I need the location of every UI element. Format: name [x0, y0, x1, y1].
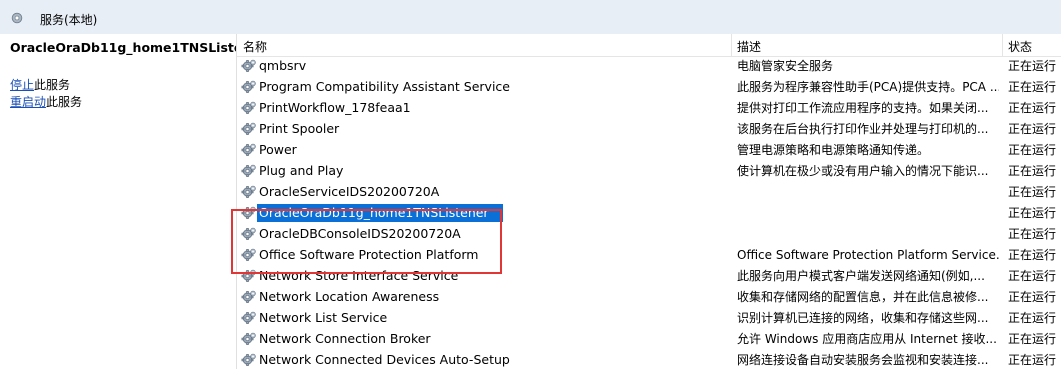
service-status: 正在运行	[1008, 122, 1057, 136]
service-name: Network Connection Broker	[259, 331, 431, 346]
service-name: Office Software Protection Platform	[259, 247, 479, 262]
service-description: 提供对打印工作流应用程序的支持。如果关闭...	[737, 101, 989, 115]
service-status: 正在运行	[1008, 353, 1057, 367]
service-gear-icon	[241, 331, 257, 347]
service-gear-icon	[241, 268, 257, 284]
service-status: 正在运行	[1008, 248, 1057, 262]
service-status: 正在运行	[1008, 290, 1057, 304]
service-status: 正在运行	[1008, 164, 1057, 178]
service-description: 此服务向用户模式客户端发送网络通知(例如,...	[737, 269, 985, 283]
service-row[interactable]: Network Connected Devices Auto-Setup 网络连接…	[237, 350, 1061, 371]
service-row[interactable]: OracleServiceIDS20200720A 正在运行	[237, 182, 1061, 203]
column-separator[interactable]	[1002, 34, 1003, 56]
service-name: qmbsrv	[259, 58, 307, 73]
service-status: 正在运行	[1008, 185, 1057, 199]
service-status: 正在运行	[1008, 143, 1057, 157]
service-name: Network List Service	[259, 310, 388, 325]
service-name: Plug and Play	[259, 163, 344, 178]
service-row[interactable]: OracleDBConsoleIDS20200720A 正在运行	[237, 224, 1061, 245]
header-bar: 服务(本地)	[0, 0, 1061, 35]
service-row[interactable]: Plug and Play 使计算机在极少或没有用户输入的情况下能识... 正在运行	[237, 161, 1061, 182]
service-row[interactable]: OracleOraDb11g_home1TNSListener 正在运行	[237, 203, 1061, 224]
column-header-name[interactable]: 名称	[243, 38, 267, 55]
service-row[interactable]: Network Connection Broker 允许 Windows 应用商店…	[237, 329, 1061, 350]
service-description: 使计算机在极少或没有用户输入的情况下能识...	[737, 164, 989, 178]
service-row[interactable]: Network Location Awareness 收集和存储网络的配置信息，并…	[237, 287, 1061, 308]
service-row[interactable]: PrintWorkflow_178feaa1 提供对打印工作流应用程序的支持。如果…	[237, 98, 1061, 119]
column-header-description[interactable]: 描述	[737, 38, 761, 55]
service-name: OracleServiceIDS20200720A	[259, 184, 440, 199]
service-row[interactable]: Office Software Protection Platform Offic…	[237, 245, 1061, 266]
service-name: PrintWorkflow_178feaa1	[259, 100, 411, 115]
header-title: 服务(本地)	[40, 13, 98, 27]
service-gear-icon	[241, 289, 257, 305]
stop-service-suffix: 此服务	[34, 78, 71, 92]
service-gear-icon	[241, 121, 257, 137]
services-gear-icon	[10, 11, 24, 25]
service-description: 管理电源策略和电源策略通知传递。	[737, 143, 930, 157]
service-description: 网络连接设备自动安装服务会监视和安装连接...	[737, 353, 989, 367]
service-row[interactable]: Network List Service 识别计算机已连接的网络，收集和存储这些网…	[237, 308, 1061, 329]
service-gear-icon	[241, 310, 257, 326]
column-header-status[interactable]: 状态	[1008, 38, 1032, 55]
service-status: 正在运行	[1008, 59, 1057, 73]
service-row[interactable]: Print Spooler 该服务在后台执行打印作业并处理与打印机的... 正在运行	[237, 119, 1061, 140]
stop-service-action: 停止此服务	[10, 76, 70, 93]
service-description: 允许 Windows 应用商店应用从 Internet 接收...	[737, 332, 997, 346]
service-gear-icon	[241, 226, 257, 242]
service-status: 正在运行	[1008, 80, 1057, 94]
service-gear-icon	[241, 205, 257, 221]
service-row[interactable]: qmbsrv 电脑管家安全服务 正在运行	[237, 56, 1061, 77]
service-name: OracleOraDb11g_home1TNSListener	[257, 204, 503, 222]
column-separator[interactable]	[731, 34, 732, 56]
service-name: Print Spooler	[259, 121, 340, 136]
selected-service-title: OracleOraDb11g_home1TNSListener	[10, 40, 266, 55]
restart-service-link[interactable]: 重启动	[10, 95, 46, 109]
service-row[interactable]: Power 管理电源策略和电源策略通知传递。 正在运行	[237, 140, 1061, 161]
service-gear-icon	[241, 247, 257, 263]
service-name: Program Compatibility Assistant Service	[259, 79, 510, 94]
service-description: 此服务为程序兼容性助手(PCA)提供支持。PCA ...	[737, 80, 999, 94]
service-status: 正在运行	[1008, 101, 1057, 115]
service-description: 收集和存储网络的配置信息，并在此信息被修...	[737, 290, 989, 304]
service-gear-icon	[241, 163, 257, 179]
service-name: OracleDBConsoleIDS20200720A	[259, 226, 461, 241]
service-status: 正在运行	[1008, 227, 1057, 241]
service-description: 电脑管家安全服务	[737, 59, 834, 73]
service-description: 识别计算机已连接的网络，收集和存储这些网...	[737, 311, 989, 325]
service-gear-icon	[241, 142, 257, 158]
service-description: Office Software Protection Platform Serv…	[737, 248, 999, 262]
service-status: 正在运行	[1008, 269, 1057, 283]
service-gear-icon	[241, 184, 257, 200]
service-gear-icon	[241, 352, 257, 368]
restart-service-suffix: 此服务	[46, 95, 83, 109]
service-gear-icon	[241, 79, 257, 95]
services-list: qmbsrv 电脑管家安全服务 正在运行 Program Compatibility …	[237, 56, 1061, 371]
service-status: 正在运行	[1008, 206, 1057, 220]
service-gear-icon	[241, 58, 257, 74]
service-description: 该服务在后台执行打印作业并处理与打印机的...	[737, 122, 989, 136]
service-status: 正在运行	[1008, 332, 1057, 346]
service-row[interactable]: Program Compatibility Assistant Service 此…	[237, 77, 1061, 98]
left-panel: OracleOraDb11g_home1TNSListener 停止此服务 重启…	[0, 34, 266, 369]
service-gear-icon	[241, 100, 257, 116]
restart-service-action: 重启动此服务	[10, 93, 82, 110]
stop-service-link[interactable]: 停止	[10, 78, 34, 92]
list-header: 名称 描述 状态	[237, 34, 1061, 57]
service-row[interactable]: Network Store Interface Service 此服务向用户模式客…	[237, 266, 1061, 287]
service-name: Network Connected Devices Auto-Setup	[259, 352, 510, 367]
service-name: Network Location Awareness	[259, 289, 440, 304]
service-status: 正在运行	[1008, 311, 1057, 325]
service-name: Network Store Interface Service	[259, 268, 459, 283]
service-name: Power	[259, 142, 297, 157]
